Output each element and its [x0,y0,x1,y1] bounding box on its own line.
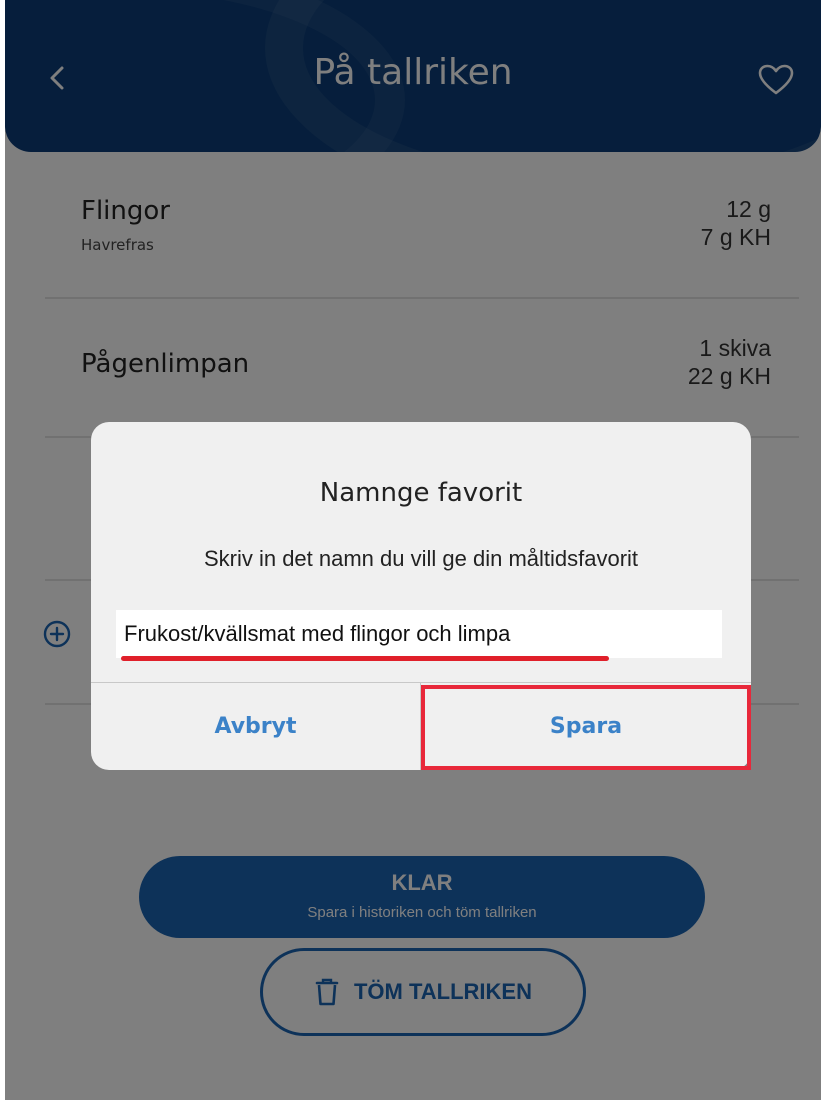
dialog-title: Namnge favorit [319,478,523,508]
dialog-message: Skriv in det namn du vill ge din måltids… [203,546,639,571]
frame-edge [0,0,5,1100]
annotation-underline [121,656,609,661]
annotation-highlight-box [421,685,751,770]
favorite-name-input[interactable] [116,610,722,658]
cancel-button[interactable]: Avbryt [91,683,420,770]
frame-edge [821,0,826,1100]
